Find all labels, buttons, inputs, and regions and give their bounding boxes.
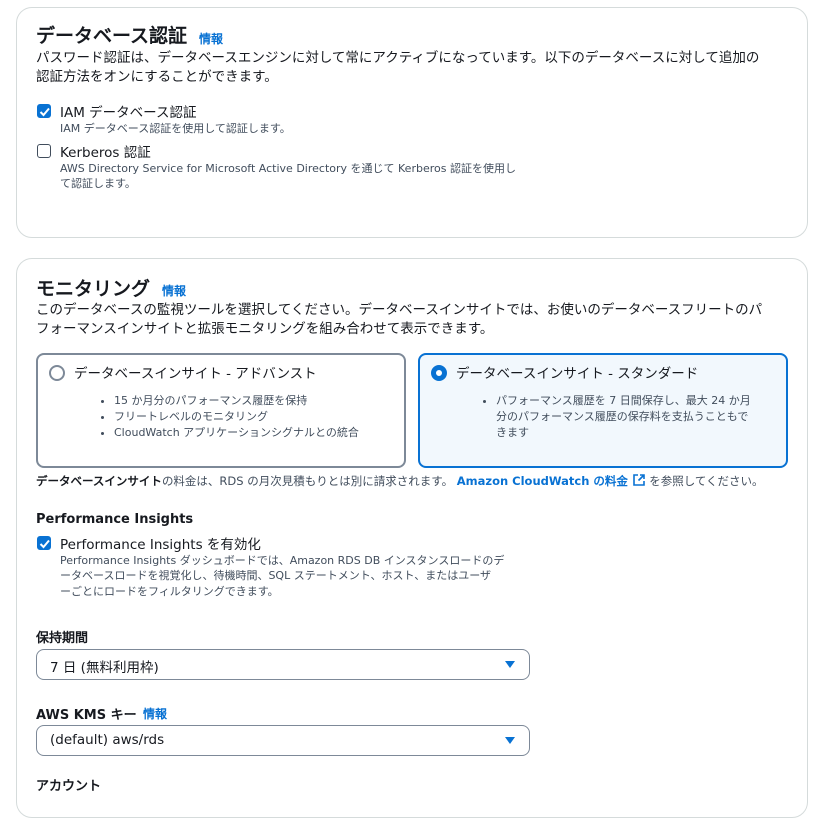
database-insights-standard-radio[interactable]	[431, 365, 447, 381]
performance-insights-heading: Performance Insights	[36, 512, 194, 527]
database-insights-advanced-title: データベースインサイト - アドバンスト	[74, 366, 317, 382]
advanced-feature-list: 15 か月分のパフォーマンス履歴を保持 フリートレベルのモニタリング Cloud…	[100, 393, 359, 441]
performance-insights-desc-line2: ータベースロードを視覚化し、待機時間、SQL ステートメント、ホスト、またはユー…	[60, 569, 492, 582]
kerberos-auth-description-line2: て認証します。	[60, 177, 136, 190]
pricing-note-bold: データベースインサイト	[36, 474, 162, 488]
list-item: きます	[496, 426, 529, 439]
performance-insights-desc-line3: ーごとにロードをフィルタリングできます。	[60, 585, 279, 598]
kms-key-select[interactable]: (default) aws/rds	[36, 725, 530, 756]
retention-period-label: 保持期間	[36, 631, 89, 646]
list-item: パフォーマンス履歴を 7 日間保存し、最大 24 か月	[496, 393, 751, 409]
database-insights-advanced-radio[interactable]	[49, 365, 65, 381]
auth-title: データベース認証	[36, 25, 188, 47]
monitoring-desc-line2: フォーマンスインサイトと拡張モニタリングを組み合わせて表示できます。	[36, 321, 494, 337]
auth-desc-line2: 認証方法をオンにすることができます。	[36, 69, 278, 85]
monitoring-desc-line1: このデータベースの監視ツールを選択してください。データベースインサイトでは、お使…	[36, 302, 763, 318]
performance-insights-label[interactable]: Performance Insights を有効化	[60, 533, 261, 553]
database-insights-standard-title: データベースインサイト - スタンダード	[456, 366, 699, 382]
pricing-note: データベースインサイトの料金は、RDS の月次見積もりとは別に請求されます。 A…	[36, 473, 764, 489]
auth-desc-line1: パスワード認証は、データベースエンジンに対して常にアクティブになっています。以下…	[36, 50, 760, 66]
list-item: CloudWatch アプリケーションシグナルとの統合	[114, 425, 359, 441]
kerberos-auth-description-line1: AWS Directory Service for Microsoft Acti…	[60, 162, 516, 175]
caret-down-icon	[505, 661, 515, 668]
kms-key-value: (default) aws/rds	[50, 732, 165, 748]
account-label: アカウント	[36, 779, 102, 794]
kms-key-label: AWS KMS キー	[36, 708, 137, 723]
iam-auth-label[interactable]: IAM データベース認証	[60, 101, 196, 121]
list-item: フリートレベルのモニタリング	[114, 409, 359, 425]
performance-insights-desc-line1: Performance Insights ダッシュボードでは、Amazon RD…	[60, 554, 505, 567]
performance-insights-checkbox[interactable]	[37, 536, 51, 550]
list-item: 分のパフォーマンス履歴の保存料を支払うこともで	[496, 410, 749, 423]
kms-info-link[interactable]: 情報	[143, 705, 167, 722]
retention-period-value: 7 日 (無料利用枠)	[50, 660, 159, 676]
standard-feature-list: パフォーマンス履歴を 7 日間保存し、最大 24 か月 分のパフォーマンス履歴の…	[482, 393, 751, 441]
cloudwatch-pricing-link[interactable]: Amazon CloudWatch の料金	[457, 474, 628, 488]
iam-auth-checkbox[interactable]	[37, 104, 51, 118]
caret-down-icon	[505, 737, 515, 744]
kerberos-auth-label[interactable]: Kerberos 認証	[60, 141, 151, 161]
check-icon	[39, 107, 50, 117]
check-icon	[39, 539, 50, 549]
list-item: 15 か月分のパフォーマンス履歴を保持	[114, 393, 359, 409]
iam-auth-description: IAM データベース認証を使用して認証します。	[60, 122, 291, 135]
monitoring-title: モニタリング	[36, 278, 151, 300]
pricing-note-text: の料金は、RDS の月次見積もりとは別に請求されます。	[161, 474, 454, 488]
external-link-icon[interactable]	[632, 473, 646, 487]
retention-period-select[interactable]: 7 日 (無料利用枠)	[36, 649, 530, 680]
auth-info-link[interactable]: 情報	[199, 30, 223, 47]
kerberos-auth-checkbox[interactable]	[37, 144, 51, 158]
monitoring-info-link[interactable]: 情報	[162, 282, 186, 299]
pricing-note-end: を参照してください。	[649, 474, 764, 488]
